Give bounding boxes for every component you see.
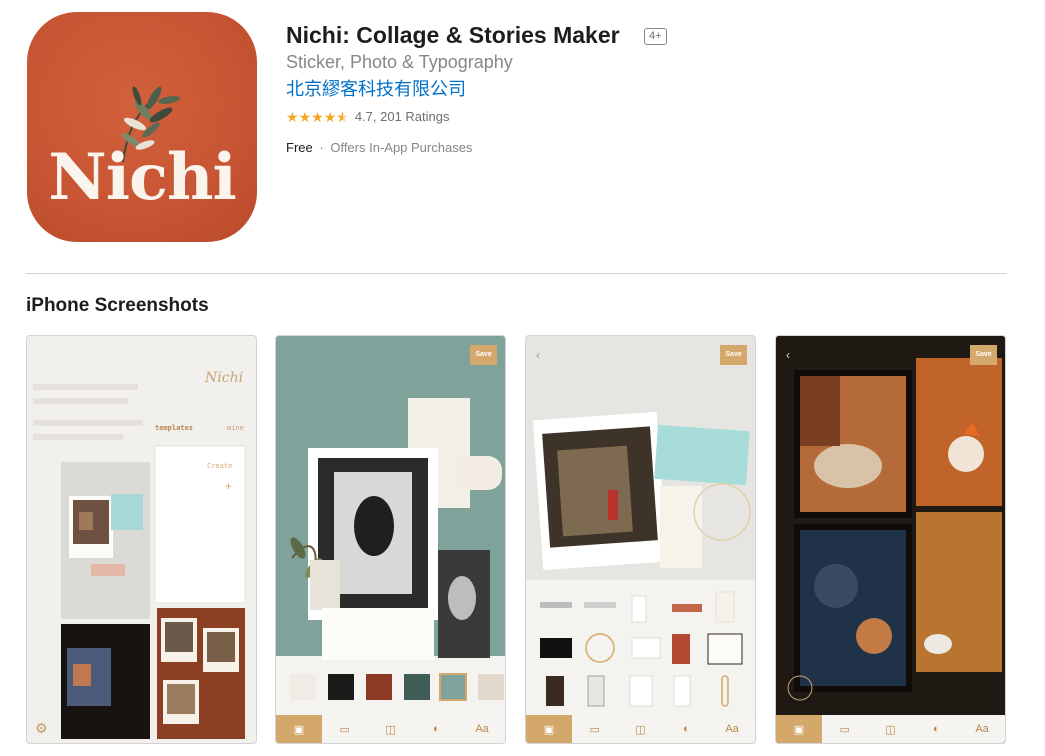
app-title: Nichi: Collage & Stories Maker xyxy=(286,22,620,48)
screenshot-3[interactable]: ‹ Save ▣ ▭ ◫ ◐ Aa xyxy=(525,335,756,744)
app-icon: Nichi xyxy=(27,12,257,242)
developer-link[interactable]: 北京繆客科技有限公司 xyxy=(286,75,466,101)
screenshot-4[interactable]: ‹ Save ▣ ▭ ◫ ◐ Aa xyxy=(775,335,1006,744)
save-button[interactable]: Save xyxy=(470,345,497,365)
star-icon: ★ xyxy=(311,108,324,125)
create-template-label[interactable]: Create xyxy=(207,462,232,470)
price-separator: · xyxy=(319,140,324,155)
brush-icon[interactable]: ◐ xyxy=(413,715,459,743)
image-icon[interactable]: ▣ xyxy=(276,715,322,743)
screenshot-3-artwork xyxy=(526,336,755,715)
tab-templates[interactable]: templates xyxy=(155,424,193,432)
image-icon[interactable]: ▣ xyxy=(776,715,822,743)
app-subtitle: Sticker, Photo & Typography xyxy=(286,52,513,72)
sticker-icon[interactable]: ◫ xyxy=(368,715,414,743)
back-chevron-icon[interactable]: ‹ xyxy=(536,348,540,362)
star-icon: ★ xyxy=(298,108,312,125)
age-rating-badge: 4+ xyxy=(644,28,667,45)
brush-icon[interactable]: ◐ xyxy=(913,715,959,743)
sticker-icon[interactable]: ◫ xyxy=(868,715,914,743)
section-divider xyxy=(26,273,1007,274)
nichi-everyday-logo: Nichi xyxy=(205,370,244,386)
brush-icon[interactable]: ◐ xyxy=(663,715,709,743)
app-icon-wordmark: Nichi xyxy=(48,140,237,215)
gear-icon[interactable]: ⚙ xyxy=(35,720,48,737)
layout-icon[interactable]: ▭ xyxy=(572,715,618,743)
tab-mine[interactable]: mine xyxy=(227,424,244,432)
screenshot-2[interactable]: ‹ Save ▣ ▭ ◫ ◐ Aa xyxy=(275,335,506,744)
save-button[interactable]: Save xyxy=(720,345,747,365)
back-chevron-icon[interactable]: ‹ xyxy=(786,348,790,362)
rating-row: ★ ★ ★ ★ ★ 4.7, 201 Ratings xyxy=(286,109,450,124)
half-star-icon: ★ xyxy=(336,110,349,124)
star-icon: ★ xyxy=(286,108,299,125)
rating-stars: ★ ★ ★ ★ ★ xyxy=(286,110,349,124)
text-icon[interactable]: Aa xyxy=(959,715,1005,743)
star-icon: ★ xyxy=(323,108,337,125)
editor-toolbar: ▣ ▭ ◫ ◐ Aa xyxy=(776,715,1005,743)
screenshot-2-artwork xyxy=(276,336,505,701)
text-icon[interactable]: Aa xyxy=(709,715,755,743)
price-row: Free · Offers In-App Purchases xyxy=(286,140,472,155)
screenshot-1-artwork xyxy=(27,336,256,743)
layout-icon[interactable]: ▭ xyxy=(822,715,868,743)
editor-toolbar: ▣ ▭ ◫ ◐ Aa xyxy=(526,715,755,743)
layout-icon[interactable]: ▭ xyxy=(322,715,368,743)
in-app-purchase-label: Offers In-App Purchases xyxy=(330,140,473,155)
save-button[interactable]: Save xyxy=(970,345,997,365)
editor-toolbar: ▣ ▭ ◫ ◐ Aa xyxy=(276,715,505,743)
back-chevron-icon[interactable]: ‹ xyxy=(286,348,290,362)
text-icon[interactable]: Aa xyxy=(459,715,505,743)
price-label: Free xyxy=(286,140,313,155)
image-icon[interactable]: ▣ xyxy=(526,715,572,743)
screenshot-1[interactable]: Nichi templates mine Create + ⚙ xyxy=(26,335,257,744)
screenshots-section-title: iPhone Screenshots xyxy=(26,295,209,316)
rating-text: 4.7, 201 Ratings xyxy=(354,109,450,124)
sticker-icon[interactable]: ◫ xyxy=(618,715,664,743)
plus-icon[interactable]: + xyxy=(225,479,232,493)
screenshot-4-artwork xyxy=(776,336,1005,743)
